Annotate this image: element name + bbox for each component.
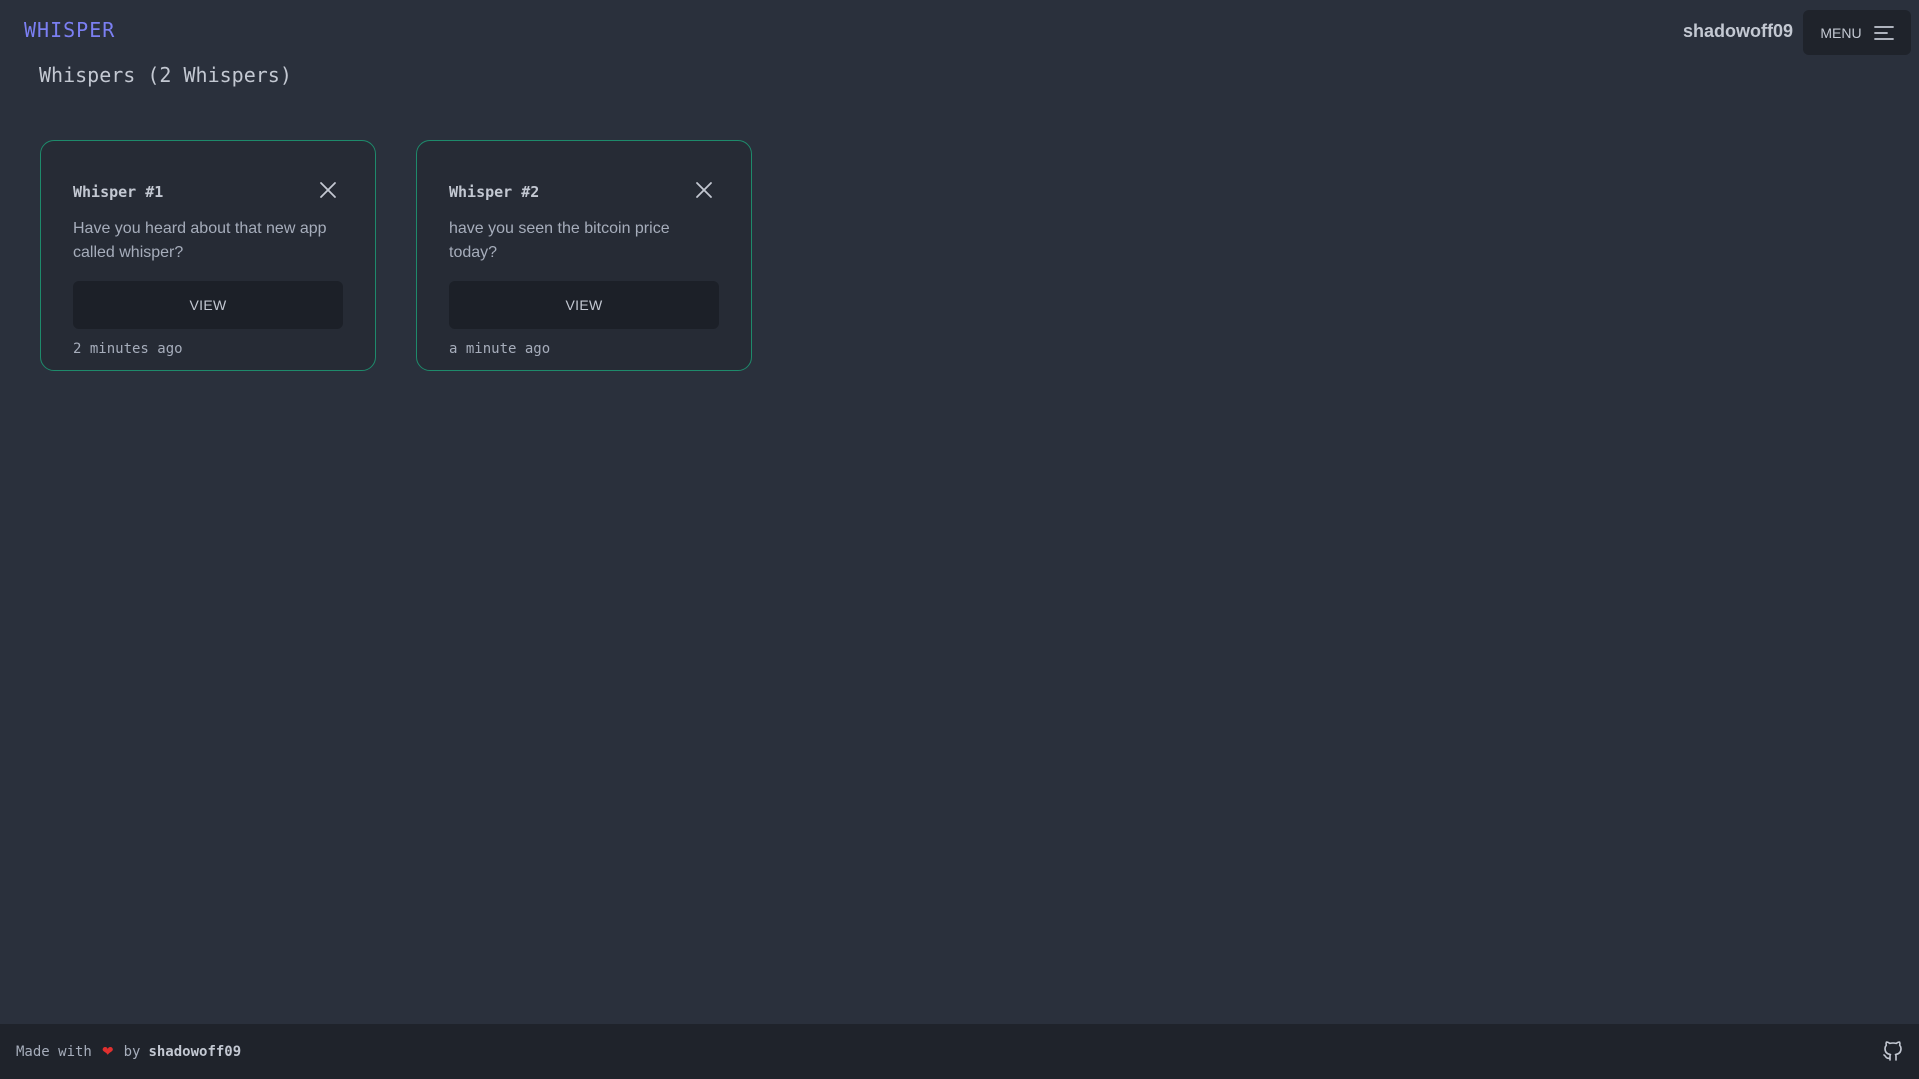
whisper-card: Whisper #1 Have you heard about that new… (40, 140, 376, 371)
username: shadowoff09 (1682, 21, 1793, 41)
menu-icon (1873, 25, 1894, 41)
view-button[interactable]: VIEW (73, 281, 343, 329)
whisper-card: Whisper #2 have you seen the bitcoin pri… (416, 140, 752, 371)
whisper-text: Have you heard about that new app called… (73, 220, 327, 261)
footer-by: by (123, 1043, 141, 1060)
whisper-timestamp: a minute ago (449, 341, 551, 357)
footer-made-with: Made with (16, 1043, 92, 1060)
view-button[interactable]: VIEW (449, 281, 719, 329)
whisper-title: Whisper #1 (73, 183, 164, 201)
whisper-list: Whisper #1 Have you heard about that new… (40, 140, 752, 371)
page-title: Whispers (2 Whispers) (39, 63, 292, 87)
menu-button[interactable]: MENU (1803, 10, 1911, 55)
footer: Made with ❤ by shadowoff09 (0, 1024, 1919, 1079)
whisper-text: have you seen the bitcoin price today? (449, 220, 670, 261)
brand-logo[interactable]: WHISPER (24, 18, 115, 42)
footer-author[interactable]: shadowoff09 (148, 1044, 241, 1060)
whisper-timestamp: 2 minutes ago (73, 341, 183, 357)
close-icon[interactable] (695, 181, 713, 199)
close-icon[interactable] (319, 181, 337, 199)
whisper-title: Whisper #2 (449, 183, 540, 201)
github-icon[interactable] (1881, 1039, 1905, 1063)
menu-button-label: MENU (1820, 24, 1862, 41)
heart-icon: ❤ (101, 1043, 114, 1060)
